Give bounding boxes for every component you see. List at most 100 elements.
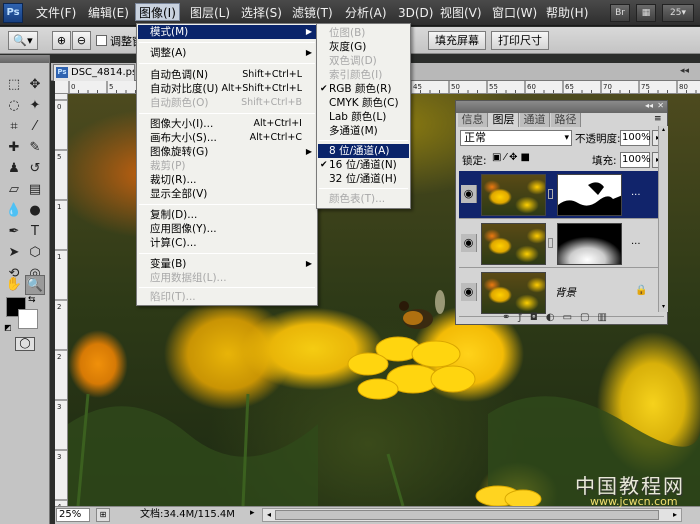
zoom-level-dropdown[interactable]: 25▾ bbox=[662, 4, 694, 22]
mode-item-indexed[interactable]: 索引颜色(I) bbox=[318, 68, 409, 82]
tab-channels[interactable]: 通道 bbox=[520, 113, 550, 127]
menu-item-variables[interactable]: 变量(B) ▶ bbox=[138, 257, 316, 271]
scroll-up-icon[interactable]: ▴ bbox=[659, 126, 668, 135]
menu-view[interactable]: 视图(V) bbox=[437, 4, 485, 22]
gradient-tool-icon[interactable]: ▤ bbox=[25, 180, 45, 200]
marquee-tool-icon[interactable]: ⬚ bbox=[4, 75, 24, 95]
hand-tool-icon[interactable]: ✋ bbox=[4, 275, 24, 295]
menu-item-adjust[interactable]: 调整(A) ▶ bbox=[138, 46, 316, 60]
group-icon[interactable]: ▭ bbox=[563, 312, 580, 323]
zoom-in-button[interactable]: ⊕ bbox=[52, 31, 71, 50]
fill-input[interactable]: 100% bbox=[620, 152, 651, 168]
dodge-tool-icon[interactable]: ● bbox=[25, 201, 45, 221]
mode-item-duotone[interactable]: 双色调(D) bbox=[318, 54, 409, 68]
lock-transparent-icon[interactable]: ▣ bbox=[492, 152, 504, 163]
menu-item-crop[interactable]: 裁剪(P) bbox=[138, 159, 316, 173]
menu-item-trap[interactable]: 陷印(T)... bbox=[138, 290, 316, 304]
pen-tool-icon[interactable]: ✒ bbox=[4, 222, 24, 242]
menu-3d[interactable]: 3D(D) bbox=[395, 4, 436, 22]
new-layer-icon[interactable]: ▢ bbox=[580, 312, 597, 323]
mask-icon[interactable]: ◘ bbox=[530, 312, 546, 323]
menu-item-duplicate[interactable]: 复制(D)... bbox=[138, 208, 316, 222]
layer-row[interactable]: ◉ 背景 🔒 bbox=[459, 269, 664, 317]
lock-all-icon[interactable]: ■ bbox=[521, 152, 533, 163]
menu-item-auto-tone[interactable]: 自动色调(N) Shift+Ctrl+L bbox=[138, 68, 316, 82]
magic-wand-tool-icon[interactable]: ✦ bbox=[25, 96, 45, 116]
horizontal-scrollbar[interactable]: ◂ ▸ bbox=[262, 508, 682, 522]
link-icon[interactable]: ⚭ bbox=[502, 312, 518, 323]
view-extras-button[interactable]: ▦ bbox=[636, 4, 656, 22]
lock-icons[interactable]: ▣⁄✥■ bbox=[492, 152, 533, 163]
status-menu-icon[interactable]: ⊞ bbox=[96, 508, 110, 522]
menu-help[interactable]: 帮助(H) bbox=[543, 4, 591, 22]
menu-filter[interactable]: 滤镜(T) bbox=[289, 4, 336, 22]
tab-info[interactable]: 信息 bbox=[458, 113, 488, 127]
print-size-button[interactable]: 打印尺寸 bbox=[491, 31, 549, 50]
scroll-down-icon[interactable]: ▾ bbox=[659, 303, 668, 312]
menu-select[interactable]: 选择(S) bbox=[238, 4, 285, 22]
mode-item-32bit[interactable]: 32 位/通道(H) bbox=[318, 172, 409, 186]
trash-icon[interactable]: ▥ bbox=[597, 312, 614, 323]
mode-item-rgb[interactable]: ✔ RGB 颜色(R) bbox=[318, 82, 409, 96]
move-tool-icon[interactable]: ✥ bbox=[25, 75, 45, 95]
healing-brush-tool-icon[interactable]: ✚ bbox=[4, 138, 24, 158]
swap-colors-icon[interactable]: ⇆ bbox=[28, 295, 36, 305]
chain-link-icon[interactable] bbox=[548, 189, 553, 199]
menu-file[interactable]: 文件(F) bbox=[33, 4, 79, 22]
mode-item-8bit[interactable]: 8 位/通道(A) bbox=[318, 144, 409, 158]
chain-link-icon[interactable] bbox=[548, 238, 553, 248]
tab-layers[interactable]: 图层 bbox=[489, 113, 519, 127]
menu-item-trim[interactable]: 裁切(R)... bbox=[138, 173, 316, 187]
menu-item-reveal-all[interactable]: 显示全部(V) bbox=[138, 187, 316, 201]
zoom-tool-icon[interactable]: 🔍 bbox=[25, 275, 45, 295]
panel-menu-icon[interactable]: ≡ bbox=[654, 114, 662, 124]
default-colors-icon[interactable]: ◩ bbox=[4, 323, 12, 332]
history-brush-tool-icon[interactable]: ↺ bbox=[25, 159, 45, 179]
status-arrow-icon[interactable]: ▸ bbox=[250, 508, 255, 518]
zoom-out-button[interactable]: ⊖ bbox=[72, 31, 91, 50]
menu-edit[interactable]: 编辑(E) bbox=[85, 4, 132, 22]
menu-item-mode[interactable]: 模式(M) ▶ bbox=[138, 25, 316, 39]
scroll-left-icon[interactable]: ◂ bbox=[263, 509, 275, 521]
adjustment-icon[interactable]: ◐ bbox=[546, 312, 563, 323]
scroll-right-icon[interactable]: ▸ bbox=[669, 509, 681, 521]
layer-row[interactable]: ◉ ... bbox=[459, 171, 664, 219]
panel-collapse-icon[interactable]: ◂◂ bbox=[680, 66, 689, 76]
clone-stamp-tool-icon[interactable]: ♟ bbox=[4, 159, 24, 179]
eye-icon[interactable]: ◉ bbox=[461, 185, 477, 203]
crop-tool-icon[interactable]: ⌗ bbox=[4, 117, 24, 137]
panel-close-icon[interactable]: ✕ bbox=[657, 101, 664, 110]
mode-item-cmyk[interactable]: CMYK 颜色(C) bbox=[318, 96, 409, 110]
quick-mask-icon[interactable]: ◯ bbox=[15, 337, 35, 351]
menu-item-auto-contrast[interactable]: 自动对比度(U) Alt+Shift+Ctrl+L bbox=[138, 82, 316, 96]
menu-item-auto-color[interactable]: 自动颜色(O) Shift+Ctrl+B bbox=[138, 96, 316, 110]
menu-item-apply-data-set[interactable]: 应用数据组(L)... bbox=[138, 271, 316, 285]
menu-item-canvas-size[interactable]: 画布大小(S)... Alt+Ctrl+C bbox=[138, 131, 316, 145]
bridge-button[interactable]: Br bbox=[610, 4, 630, 22]
lasso-tool-icon[interactable]: ◌ bbox=[4, 96, 24, 116]
layer-row[interactable]: ◉ ... bbox=[459, 220, 664, 268]
menu-item-apply-image[interactable]: 应用图像(Y)... bbox=[138, 222, 316, 236]
menu-window[interactable]: 窗口(W) bbox=[489, 4, 540, 22]
zoom-status-field[interactable]: 25% bbox=[56, 508, 90, 522]
scroll-thumb[interactable] bbox=[275, 510, 659, 520]
mode-item-color-table[interactable]: 颜色表(T)... bbox=[318, 192, 409, 206]
eye-icon[interactable]: ◉ bbox=[461, 283, 477, 301]
panel-collapse-icon[interactable]: ◂◂ bbox=[645, 101, 653, 110]
tool-preset-picker[interactable]: 🔍▾ bbox=[8, 31, 38, 50]
mode-item-bitmap[interactable]: 位图(B) bbox=[318, 26, 409, 40]
mode-item-multichannel[interactable]: 多通道(M) bbox=[318, 124, 409, 138]
layer-mask-thumbnail[interactable] bbox=[557, 223, 622, 265]
lock-position-icon[interactable]: ✥ bbox=[509, 152, 520, 163]
resize-window-checkbox[interactable] bbox=[96, 35, 107, 46]
menu-image[interactable]: 图像(I) bbox=[135, 3, 180, 21]
layer-mask-thumbnail[interactable] bbox=[557, 174, 622, 216]
path-selection-tool-icon[interactable]: ➤ bbox=[4, 243, 24, 263]
menu-item-image-rotation[interactable]: 图像旋转(G) ▶ bbox=[138, 145, 316, 159]
blend-mode-select[interactable]: 正常 ▾ bbox=[460, 130, 572, 146]
menu-item-calculations[interactable]: 计算(C)... bbox=[138, 236, 316, 250]
mode-item-16bit[interactable]: ✔ 16 位/通道(N) bbox=[318, 158, 409, 172]
layers-scrollbar[interactable]: ▴ ▾ bbox=[658, 126, 668, 312]
menu-item-image-size[interactable]: 图像大小(I)... Alt+Ctrl+I bbox=[138, 117, 316, 131]
fill-screen-button[interactable]: 填充屏幕 bbox=[428, 31, 486, 50]
